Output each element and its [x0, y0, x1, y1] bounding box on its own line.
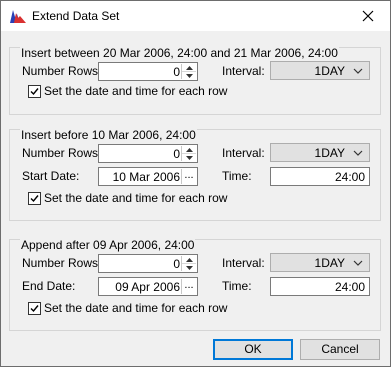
time-input[interactable]: 24:00 — [270, 277, 370, 296]
insert-before-group: Insert before 10 Mar 2006, 24:00 Number … — [9, 128, 381, 221]
chart-app-icon — [10, 10, 26, 23]
checkmark-icon — [30, 88, 39, 96]
number-rows-label: Number Rows: — [22, 64, 102, 78]
set-datetime-checkbox-label: Set the date and time for each row — [44, 301, 228, 315]
set-datetime-checkbox-label: Set the date and time for each row — [44, 191, 228, 205]
end-date-value: 09 Apr 2006 — [115, 280, 180, 294]
spin-down-icon — [185, 73, 193, 78]
insert-between-group-label: Insert between 20 Mar 2006, 24:00 and 21… — [20, 46, 339, 60]
start-date-label: Start Date: — [22, 169, 80, 183]
spin-down-button[interactable] — [182, 154, 196, 161]
spin-down-button[interactable] — [182, 72, 196, 79]
spin-up-icon — [185, 257, 193, 262]
window-title: Extend Data Set — [32, 9, 120, 23]
number-rows-value: 0 — [173, 65, 180, 79]
interval-value: 1DAY — [314, 146, 345, 160]
append-after-group: Append after 09 Apr 2006, 24:00 Number R… — [9, 238, 381, 331]
number-rows-value: 0 — [173, 147, 180, 161]
interval-label: Interval: — [222, 256, 265, 270]
number-rows-label: Number Rows: — [22, 256, 102, 270]
end-date-label: End Date: — [22, 279, 76, 293]
start-date-picker-button[interactable]: ... — [181, 169, 196, 184]
insert-before-group-label: Insert before 10 Mar 2006, 24:00 — [20, 128, 197, 142]
number-rows-spinner[interactable]: 0 — [98, 144, 198, 163]
append-after-group-label: Append after 09 Apr 2006, 24:00 — [20, 238, 196, 252]
set-datetime-checkbox-label: Set the date and time for each row — [44, 84, 228, 98]
spin-up-icon — [185, 65, 193, 70]
interval-label: Interval: — [222, 64, 265, 78]
time-input[interactable]: 24:00 — [270, 167, 370, 186]
spinner-buttons — [181, 64, 196, 79]
spin-up-button[interactable] — [182, 146, 196, 154]
number-rows-spinner[interactable]: 0 — [98, 254, 198, 273]
start-date-field[interactable]: 10 Mar 2006 ... — [98, 167, 198, 186]
spin-up-button[interactable] — [182, 64, 196, 72]
chevron-down-icon — [353, 68, 363, 74]
interval-dropdown[interactable]: 1DAY — [270, 61, 370, 80]
end-date-field[interactable]: 09 Apr 2006 ... — [98, 277, 198, 296]
interval-dropdown[interactable]: 1DAY — [270, 143, 370, 162]
interval-dropdown[interactable]: 1DAY — [270, 253, 370, 272]
chevron-down-icon — [353, 150, 363, 156]
spin-up-button[interactable] — [182, 256, 196, 264]
spin-down-icon — [185, 155, 193, 160]
chevron-down-icon — [353, 260, 363, 266]
close-button[interactable] — [346, 1, 390, 31]
interval-label: Interval: — [222, 146, 265, 160]
checkmark-icon — [30, 195, 39, 203]
time-label: Time: — [222, 169, 252, 183]
insert-between-group: Insert between 20 Mar 2006, 24:00 and 21… — [9, 46, 381, 115]
set-datetime-checkbox[interactable] — [28, 192, 41, 205]
spinner-buttons — [181, 146, 196, 161]
interval-value: 1DAY — [314, 256, 345, 270]
checkmark-icon — [30, 305, 39, 313]
interval-value: 1DAY — [314, 64, 345, 78]
ok-button[interactable]: OK — [213, 339, 293, 360]
title-bar: Extend Data Set — [1, 1, 390, 31]
close-icon — [362, 10, 374, 22]
set-datetime-checkbox[interactable] — [28, 302, 41, 315]
start-date-value: 10 Mar 2006 — [112, 170, 180, 184]
end-date-picker-button[interactable]: ... — [181, 279, 196, 294]
spin-down-button[interactable] — [182, 264, 196, 271]
number-rows-value: 0 — [173, 257, 180, 271]
extend-data-set-dialog: Extend Data Set Insert between 20 Mar 20… — [0, 0, 391, 367]
set-datetime-checkbox[interactable] — [28, 85, 41, 98]
cancel-button[interactable]: Cancel — [300, 339, 380, 360]
spin-up-icon — [185, 147, 193, 152]
spinner-buttons — [181, 256, 196, 271]
number-rows-spinner[interactable]: 0 — [98, 62, 198, 81]
time-label: Time: — [222, 279, 252, 293]
number-rows-label: Number Rows: — [22, 146, 102, 160]
spin-down-icon — [185, 265, 193, 270]
